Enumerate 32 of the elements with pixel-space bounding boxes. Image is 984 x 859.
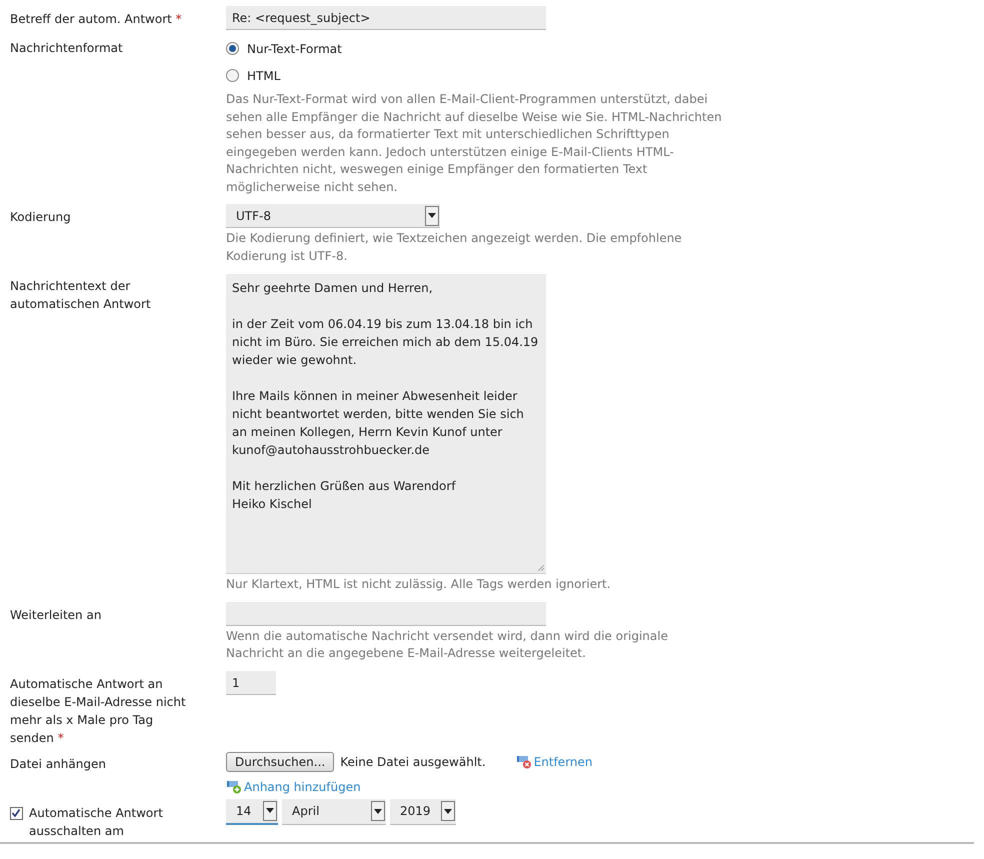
field-label: Datei anhängen — [10, 756, 106, 770]
message-textarea[interactable]: Sehr geehrte Damen und Herren, in der Zeit vom 06.04.19 bis zum 13.04.18 bin ich nicht im Büro. Sie erreichen mich ab dem 15.04.19 wieder wie gewohnt. Ihre Mails können in meiner Abwesenheit leider nicht beantwortet werden, bitte wenden Sie sich an meinen Kollegen, Herrn Kevin Kunof unter kunof@autohausstrohbuecker.de Mit herzlichen Grüßen aus Warendorf Heiko Kischel — [226, 274, 546, 574]
hint-text: Das Nur-Text-Format wird von allen E-Mail-Client-Programmen unterstützt, dabei sehen alle Empfänger die Nachricht auf dieselbe Weise wie Sie. HTML-Nachrichten sehen besser aus, da formatierter Text mit unterschiedlichen Schrifttypen eingegeben werden kann. Jedoch unterstützen einige E-Mail-Clients HTML-Nachrichten nicht, weswegen einige Empfänger den formatierten Text möglicherweise nicht sehen. — [226, 91, 723, 196]
radio-button[interactable] — [226, 42, 239, 55]
hint-text: Die Kodierung definiert, wie Textzeichen angezeigt werden. Die empfohlene Kodierung ist UTF-8. — [226, 230, 683, 264]
hint-text: Nur Klartext, HTML ist nicht zulässig. Alle Tags werden ignoriert. — [226, 576, 612, 593]
checkbox[interactable] — [10, 806, 23, 820]
hint-text: Wenn die automatische Nachricht versendet wird, dann wird die originale Nachricht an die angegebene E-Mail-Adresse weitergeleitet. — [226, 628, 669, 662]
add-attachment-link[interactable]: Anhang hinzufügen — [244, 780, 361, 794]
remove-link[interactable]: Entfernen — [534, 754, 593, 768]
field-label: Betreff der autom. Antwort * — [10, 12, 182, 26]
field-label: Nachrichtenformat — [10, 41, 123, 55]
browse-button[interactable]: Durchsuchen... — [226, 752, 334, 772]
resize-grip-icon — [538, 565, 544, 571]
subject-field[interactable]: Re: <request_subject> — [226, 6, 546, 30]
file-status: Keine Datei ausgewählt. — [340, 754, 486, 768]
field-label: Kodierung — [10, 210, 71, 224]
limit-field[interactable]: 1 — [226, 670, 276, 694]
add-attachment-icon — [226, 780, 242, 794]
radio-button[interactable] — [226, 69, 239, 82]
field-label: Automatische Antwort ausschalten am — [29, 804, 164, 840]
field-label: Nachrichtentext der automatischen Antwort — [10, 279, 151, 311]
field-label: Weiterleiten an — [10, 608, 102, 622]
day-dropdown[interactable]: 14 — [226, 798, 278, 824]
radio-label: Nur-Text-Format — [247, 42, 342, 56]
forward-field[interactable] — [226, 602, 546, 626]
year-dropdown[interactable]: 2019 — [390, 798, 456, 824]
radio-label: HTML — [247, 68, 280, 82]
field-label: Automatische Antwort an dieselbe E-Mail-Adresse nicht mehr als x Male pro Tag senden * — [10, 676, 186, 744]
encoding-dropdown[interactable]: UTF-8 — [226, 204, 440, 228]
month-dropdown[interactable]: April — [282, 798, 386, 824]
remove-attachment-icon — [516, 754, 532, 768]
